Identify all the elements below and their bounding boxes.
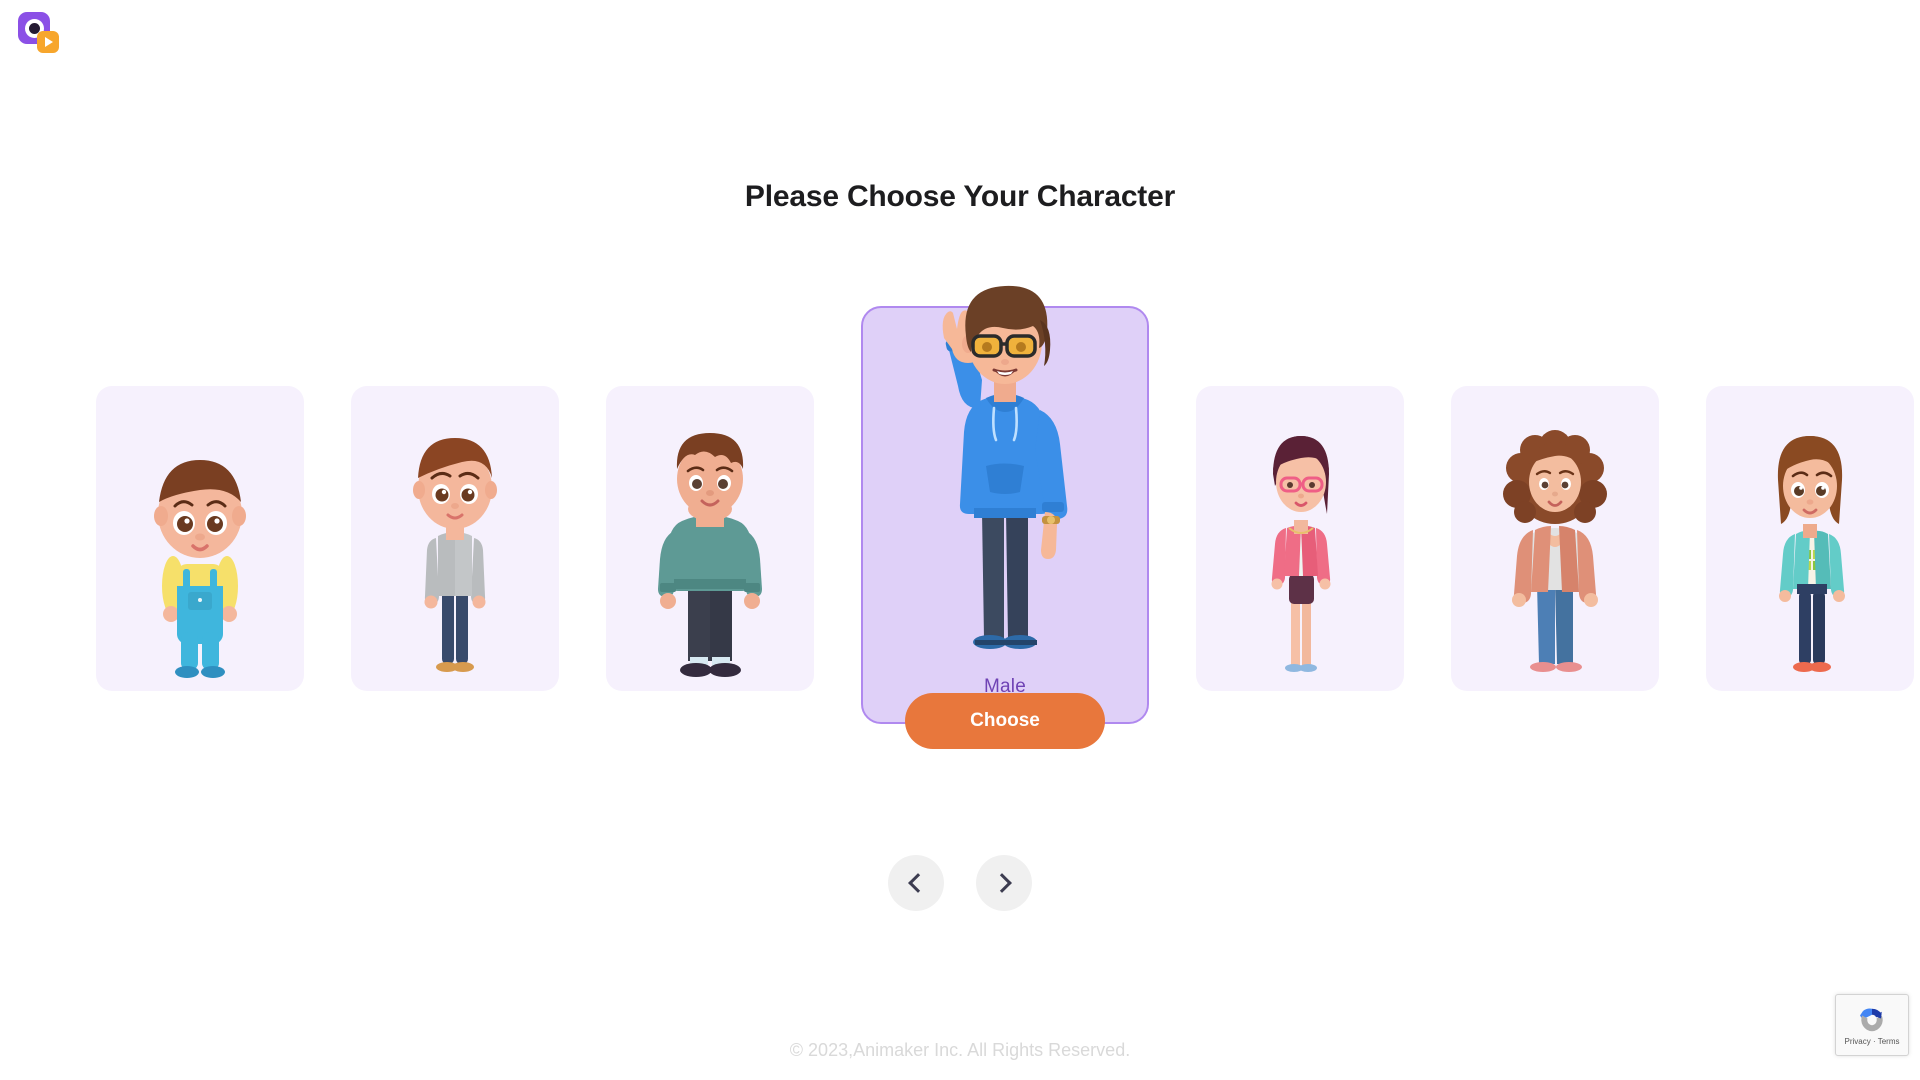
play-triangle-icon (45, 37, 53, 47)
character-card-male-selected[interactable]: Male Choose (861, 285, 1149, 749)
heavy-set-man-illustration (658, 433, 762, 677)
woman-with-glasses-illustration (1271, 436, 1331, 672)
character-art-woman-glasses (1225, 424, 1375, 691)
boy-illustration (413, 438, 497, 672)
recaptcha-icon (1860, 1008, 1883, 1031)
carousel-prev-button[interactable] (888, 855, 944, 911)
male-illustration (942, 285, 1068, 649)
carousel-next-button[interactable] (976, 855, 1032, 911)
character-art-curly-woman (1475, 424, 1635, 691)
character-carousel[interactable]: Male Choose (0, 250, 1920, 780)
character-selection-page: Please Choose Your Character Male Choose… (0, 0, 1920, 1080)
chevron-right-icon (992, 873, 1012, 893)
chevron-left-icon (908, 873, 928, 893)
character-track: Male Choose (96, 250, 1914, 780)
character-art-male (890, 285, 1120, 670)
footer-copyright: © 2023,Animaker Inc. All Rights Reserved… (789, 1040, 1131, 1060)
character-card-baby[interactable] (96, 386, 304, 691)
choose-button[interactable]: Choose (905, 693, 1105, 749)
logo-play-badge-icon (37, 31, 59, 53)
character-card-curly-woman[interactable] (1451, 386, 1659, 691)
animaker-logo-icon[interactable] (18, 12, 60, 54)
baby-boy-illustration (154, 460, 246, 678)
character-card-boy[interactable] (351, 386, 559, 691)
recaptcha-badge[interactable]: Privacy · Terms (1835, 994, 1909, 1056)
character-art-girl (1735, 424, 1885, 691)
character-art-boy (380, 426, 530, 691)
carousel-navigation (0, 855, 1920, 911)
character-card-woman-glasses[interactable] (1196, 386, 1404, 691)
page-title: Please Choose Your Character (744, 180, 1176, 214)
girl-illustration (1777, 436, 1845, 672)
character-art-baby (125, 436, 275, 691)
character-card-girl[interactable] (1706, 386, 1914, 691)
selected-card-inner: Male Choose (863, 285, 1147, 749)
curly-hair-woman-illustration (1503, 430, 1607, 672)
character-card-heavy-man[interactable] (606, 386, 814, 691)
character-art-heavy-man (630, 421, 790, 691)
recaptcha-text: Privacy · Terms (1844, 1036, 1900, 1046)
